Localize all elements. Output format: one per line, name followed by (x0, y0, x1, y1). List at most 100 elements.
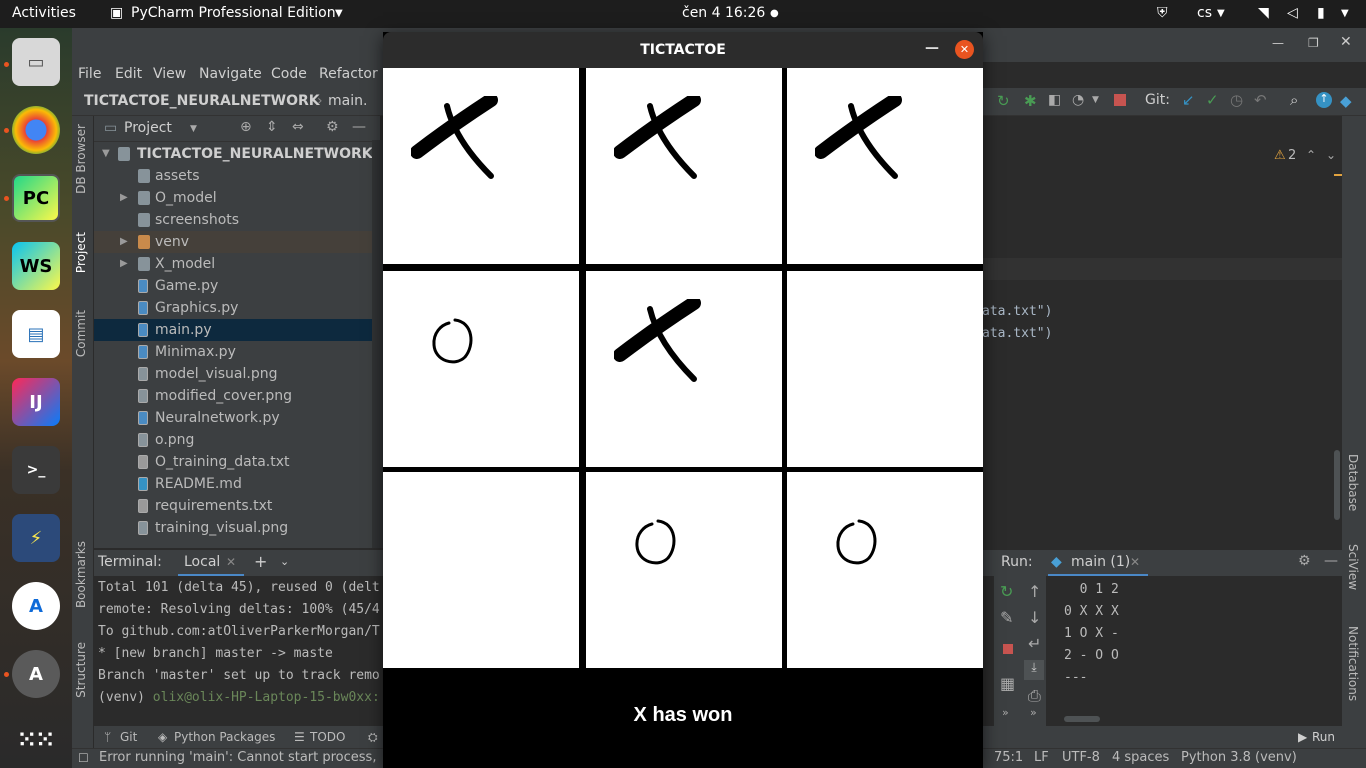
more-icon[interactable]: » (1002, 706, 1009, 719)
menu-navigate[interactable]: Navigate (199, 66, 262, 82)
tab-project[interactable]: Project (74, 232, 88, 273)
writer-icon[interactable]: ▤ (12, 310, 60, 358)
hide-panel-icon[interactable]: — (1324, 553, 1338, 569)
breadcrumb-project[interactable]: TICTACTOE_NEURALNETWORK (84, 93, 320, 109)
menu-view[interactable]: View (153, 66, 186, 82)
terminal-prompt[interactable]: (venv) olix@olix-HP-Laptop-15-bw0xx: (98, 690, 380, 705)
project-panel-title[interactable]: Project (124, 120, 172, 136)
expand-all-icon[interactable]: ⇕ (266, 119, 278, 135)
python-plugin-icon[interactable]: ◆ (1340, 92, 1352, 110)
board-cell-2-0[interactable] (383, 472, 579, 668)
tree-item-minimax-py[interactable]: Minimax.py (94, 341, 372, 363)
tab-db-browser[interactable]: DB Browser (74, 124, 88, 194)
tree-item-assets[interactable]: assets (94, 165, 372, 187)
history-icon[interactable]: ◷ (1230, 91, 1243, 109)
chevron-down-icon[interactable]: ⌄ (280, 555, 289, 568)
stop-icon[interactable] (1114, 94, 1126, 106)
layout-icon[interactable]: ▦ (1000, 674, 1015, 693)
terminal-tab-local[interactable]: Local (184, 554, 220, 570)
file-encoding[interactable]: UTF-8 (1062, 750, 1100, 765)
scroll-to-end-icon[interactable]: ⤓ (1024, 660, 1044, 680)
tree-item-x-model[interactable]: ▶ X_model (94, 253, 372, 275)
git-update-icon[interactable]: ↙ (1182, 91, 1195, 109)
clock[interactable]: čen 4 16:26 (682, 5, 765, 21)
tab-todo[interactable]: TODO (310, 730, 345, 744)
editor-scrollbar[interactable] (1334, 450, 1340, 520)
profile-icon[interactable]: ◔ (1072, 92, 1084, 108)
board-cell-2-1[interactable] (586, 472, 782, 668)
chevron-down-icon[interactable]: ⌄ (1326, 148, 1336, 162)
coverage-icon[interactable]: ◧ (1048, 92, 1061, 108)
tree-item-venv[interactable]: ▶ venv (94, 231, 372, 253)
tree-item-readme-md[interactable]: README.md (94, 473, 372, 495)
locate-icon[interactable]: ⊕ (240, 119, 252, 135)
ubuntu-software-icon[interactable]: A (12, 650, 60, 698)
tree-item-modified-cover-png[interactable]: modified_cover.png (94, 385, 372, 407)
minimize-icon[interactable]: — (1272, 36, 1284, 50)
ide-update-icon[interactable]: ↑ (1316, 92, 1332, 108)
breadcrumb-file[interactable]: main. (328, 93, 367, 109)
rerun-icon[interactable]: ↻ (997, 92, 1010, 110)
line-separator[interactable]: LF (1034, 750, 1049, 765)
arrow-up-icon[interactable]: ↑ (1028, 582, 1041, 601)
tab-database[interactable]: Database (1346, 454, 1360, 511)
tree-item-graphics-py[interactable]: Graphics.py (94, 297, 372, 319)
menu-refactor[interactable]: Refactor (319, 66, 378, 82)
tab-commit[interactable]: Commit (74, 310, 88, 357)
close-icon[interactable]: ✕ (955, 40, 974, 59)
board-cell-1-0[interactable] (383, 271, 579, 467)
git-commit-icon[interactable]: ✓ (1206, 91, 1219, 109)
menu-file[interactable]: File (78, 66, 101, 82)
rollback-icon[interactable]: ↶ (1254, 91, 1267, 109)
board-cell-0-0[interactable] (383, 68, 579, 264)
gear-icon[interactable]: ⚙ (326, 119, 339, 135)
activities-button[interactable]: Activities (12, 5, 76, 21)
search-icon[interactable]: ⌕ (1290, 91, 1298, 109)
horizontal-scrollbar[interactable] (1064, 716, 1100, 722)
tree-item-model-visual-png[interactable]: model_visual.png (94, 363, 372, 385)
tree-root[interactable]: ▼ TICTACTOE_NEURALNETWORK (94, 143, 372, 165)
tab-sciview[interactable]: SciView (1346, 544, 1360, 590)
tree-item-screenshots[interactable]: screenshots (94, 209, 372, 231)
tab-python-packages[interactable]: Python Packages (174, 730, 275, 744)
status-message-icon[interactable]: ☐ (78, 751, 89, 765)
collapse-all-icon[interactable]: ⇔ (292, 119, 304, 135)
tree-item-o-model[interactable]: ▶ O_model (94, 187, 372, 209)
warning-icon[interactable]: ⚠ (1274, 148, 1286, 163)
arrow-down-icon[interactable]: ↓ (1028, 608, 1041, 627)
shield-icon[interactable]: ⛨ (1157, 5, 1168, 21)
files-icon[interactable]: ▭ (12, 38, 60, 86)
chevron-right-icon[interactable]: ▶ (120, 187, 128, 209)
tree-item-requirements-txt[interactable]: requirements.txt (94, 495, 372, 517)
chevron-down-icon[interactable]: ▼ (1092, 95, 1099, 105)
indent-setting[interactable]: 4 spaces (1112, 750, 1169, 765)
chevron-down-icon[interactable]: ▼ (190, 124, 197, 134)
soft-wrap-icon[interactable]: ↵ (1028, 634, 1041, 653)
tab-notifications[interactable]: Notifications (1346, 626, 1360, 701)
tab-bookmarks[interactable]: Bookmarks (74, 541, 88, 608)
board-cell-2-2[interactable] (787, 472, 983, 668)
minimize-icon[interactable]: — (925, 40, 939, 56)
chrome-icon[interactable] (12, 106, 60, 154)
tree-item-neuralnetwork-py[interactable]: Neuralnetwork.py (94, 407, 372, 429)
tree-item-game-py[interactable]: Game.py (94, 275, 372, 297)
close-icon[interactable]: ✕ (226, 555, 236, 569)
tab-run[interactable]: Run (1312, 730, 1335, 744)
keyboard-layout-indicator[interactable]: cs (1197, 5, 1212, 21)
menu-edit[interactable]: Edit (115, 66, 142, 82)
run-tab-main[interactable]: main (1) (1071, 554, 1130, 570)
print-icon[interactable]: ⎙ (1028, 686, 1041, 706)
board-cell-1-2[interactable] (787, 271, 983, 467)
chevron-right-icon[interactable]: ▶ (120, 253, 128, 275)
debug-icon[interactable]: ✱ (1024, 92, 1037, 110)
tree-item-training-visual-png[interactable]: training_visual.png (94, 517, 372, 539)
menu-code[interactable]: Code (271, 66, 307, 82)
maximize-icon[interactable]: ❐ (1308, 36, 1319, 50)
stop-icon[interactable] (1003, 644, 1013, 654)
wrench-icon[interactable]: ✎ (1000, 608, 1013, 627)
hide-panel-icon[interactable]: — (352, 119, 366, 135)
wifi-icon[interactable]: ◥ (1258, 5, 1269, 21)
python-interpreter[interactable]: Python 3.8 (venv) (1181, 750, 1297, 765)
add-tab-icon[interactable]: + (254, 552, 267, 571)
network-tool-icon[interactable]: ⚡ (12, 514, 60, 562)
